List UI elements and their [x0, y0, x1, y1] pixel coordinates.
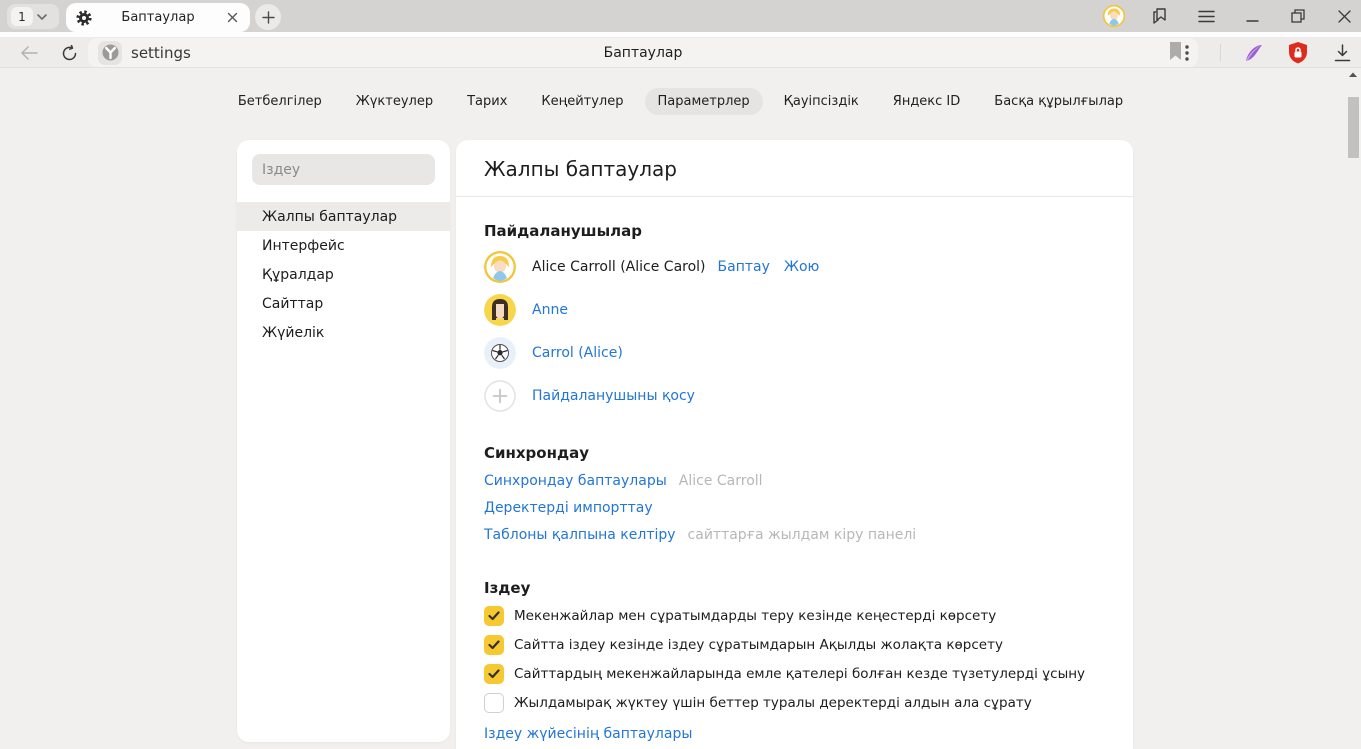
new-tab-button[interactable] [255, 4, 281, 30]
tab-title: Баптаулар [92, 10, 224, 25]
sidebar-item-system[interactable]: Жүйелік [237, 318, 450, 347]
minimize-button[interactable] [1241, 5, 1263, 27]
tab-count-badge: 1 [11, 7, 33, 26]
highlighter-extension-icon[interactable] [1243, 42, 1265, 64]
nav-tab-security[interactable]: Қауіпсіздік [771, 88, 872, 115]
settings-sidebar: Жалпы баптаулар Интерфейс Құралдар Сайтт… [237, 140, 450, 742]
browser-tab-settings[interactable]: Баптаулар [66, 3, 250, 32]
search-engine-settings-link[interactable]: Іздеу жүйесінің баптаулары [484, 726, 692, 742]
tab-close-icon[interactable] [224, 10, 240, 26]
menu-icon[interactable] [1195, 5, 1217, 27]
scrollbar-thumb[interactable] [1348, 97, 1359, 158]
checkbox-checked-icon[interactable] [484, 606, 504, 626]
user-avatar-woman[interactable] [484, 294, 516, 326]
checkbox-unchecked-icon[interactable] [484, 693, 504, 713]
restore-tableau-link[interactable]: Таблоны қалпына келтіру [484, 527, 676, 543]
import-data-row: Деректерді импорттау [484, 500, 1105, 516]
checkbox-label: Жылдамырақ жүктеу үшін беттер туралы дер… [514, 695, 1032, 711]
profile-avatar[interactable] [1103, 5, 1125, 27]
sidebar-item-general[interactable]: Жалпы баптаулар [237, 202, 450, 231]
sync-account-note: Alice Carroll [679, 473, 763, 489]
sync-settings-link[interactable]: Синхрондау баптаулары [484, 473, 667, 489]
user-row-anne: Anne [484, 294, 1105, 326]
settings-content: Жалпы баптаулар Пайдаланушылар Alice Car… [456, 140, 1133, 749]
checkbox-label: Сайтта іздеу кезінде іздеу сұратымдарын … [514, 637, 1003, 653]
restore-tableau-row: Таблоны қалпына келтіру сайттарға жылдам… [484, 527, 1105, 543]
nav-tab-downloads[interactable]: Жүктеулер [343, 88, 446, 115]
reload-button[interactable] [56, 40, 82, 66]
sidebar-item-interface[interactable]: Интерфейс [237, 231, 450, 260]
sidebar-item-tools[interactable]: Құралдар [237, 260, 450, 289]
back-button[interactable] [16, 40, 42, 66]
sync-settings-row: Синхрондау баптаулары Alice Carroll [484, 473, 1105, 489]
settings-nav: Бетбелгілер Жүктеулер Тарих Кеңейтулер П… [0, 88, 1361, 115]
user-name-link[interactable]: Carrol (Alice) [532, 345, 623, 361]
downloads-icon[interactable] [1331, 42, 1353, 64]
checkbox-row-prefetch: Жылдамырақ жүктеу үшін беттер туралы дер… [484, 693, 1105, 713]
search-input[interactable] [252, 154, 435, 185]
users-section-title: Пайдаланушылар [484, 222, 1105, 240]
nav-tab-bookmarks[interactable]: Бетбелгілер [225, 88, 335, 115]
user-row-alice: Alice Carroll (Alice Carol) Баптау Жою [484, 251, 1105, 283]
checkbox-row-spelling: Сайттардың мекенжайларында емле қателері… [484, 664, 1105, 684]
toolbar-divider [1220, 44, 1221, 62]
nav-tab-extensions[interactable]: Кеңейтулер [528, 88, 636, 115]
user-avatar-girl[interactable] [484, 251, 516, 283]
checkbox-label: Мекенжайлар мен сұратымдарды теру кезінд… [514, 608, 996, 624]
checkbox-row-suggestions: Мекенжайлар мен сұратымдарды теру кезінд… [484, 606, 1105, 626]
chevron-down-icon [37, 14, 47, 20]
user-name: Alice Carroll (Alice Carol) [532, 259, 706, 275]
add-user-label[interactable]: Пайдаланушыны қосу [532, 388, 695, 404]
collections-icon[interactable] [1149, 5, 1171, 27]
nav-tab-history[interactable]: Тарих [454, 88, 520, 115]
restore-button[interactable] [1287, 5, 1309, 27]
search-section-title: Іздеу [484, 579, 1105, 597]
close-window-button[interactable] [1333, 5, 1355, 27]
page-title: Жалпы баптаулар [484, 157, 1105, 181]
more-options-icon[interactable] [1176, 42, 1198, 64]
scroll-up-arrow[interactable] [1347, 66, 1359, 78]
site-badge[interactable] [98, 41, 122, 65]
yandex-browser-icon [102, 44, 119, 61]
url-text: settings [131, 44, 191, 62]
tableau-note: сайттарға жылдам кіру панелі [688, 527, 917, 543]
user-row-carrol: Carrol (Alice) [484, 337, 1105, 369]
checkbox-row-site-search: Сайтта іздеу кезінде іздеу сұратымдарын … [484, 635, 1105, 655]
nav-tab-yandex-id[interactable]: Яндекс ID [880, 88, 974, 115]
content-header: Жалпы баптаулар [456, 140, 1133, 197]
sync-section-title: Синхрондау [484, 444, 1105, 462]
gear-icon [76, 10, 92, 26]
plus-icon [262, 11, 275, 24]
add-user-plus-icon[interactable] [484, 380, 516, 412]
tab-group-button[interactable]: 1 [7, 4, 59, 29]
user-configure-link[interactable]: Баптау [718, 259, 770, 275]
checkbox-checked-icon[interactable] [484, 635, 504, 655]
nav-tab-other-devices[interactable]: Басқа құрылғылар [981, 88, 1136, 115]
checkbox-checked-icon[interactable] [484, 664, 504, 684]
page-title-centered: Баптаулар [88, 45, 1198, 61]
address-bar: settings Баптаулар [0, 37, 1361, 68]
user-delete-link[interactable]: Жою [784, 259, 819, 275]
user-name-link[interactable]: Anne [532, 302, 568, 318]
sidebar-item-sites[interactable]: Сайттар [237, 289, 450, 318]
tab-strip: 1 Баптаулар [0, 0, 1361, 32]
add-user-row[interactable]: Пайдаланушыны қосу [484, 380, 1105, 412]
url-bar[interactable]: settings Баптаулар [88, 38, 1198, 67]
user-avatar-soccer-ball[interactable] [484, 337, 516, 369]
protect-shield-icon[interactable] [1287, 42, 1309, 64]
checkbox-label: Сайттардың мекенжайларында емле қателері… [514, 666, 1085, 682]
nav-tab-settings[interactable]: Параметрлер [645, 88, 763, 115]
import-data-link[interactable]: Деректерді импорттау [484, 500, 653, 516]
